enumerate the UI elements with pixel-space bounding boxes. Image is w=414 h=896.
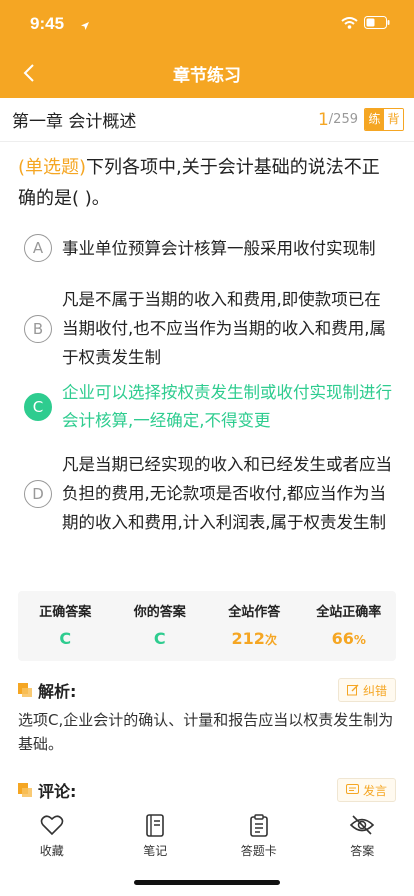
stat-value: C [153,629,166,648]
option-d[interactable]: D 凡是当期已经实现的收入和已经发生或者应当负担的费用,无论款项是否收付,都应当… [24,450,396,537]
post-comment-button[interactable]: 发言 [336,778,396,802]
rate-unit: % [353,633,366,647]
option-b[interactable]: B 凡是不属于当期的收入和费用,即使款项已在当期收付,也不应当作为当期的收入和费… [24,285,396,372]
report-error-button[interactable]: 纠错 [337,678,396,702]
question-counter: 1 /259 练 背 [318,108,404,131]
answer-stats: 正确答案 C 你的答案 C 全站作答 212次 全站正确率 66% [18,591,396,661]
wifi-icon [341,14,358,33]
stat-site-accuracy: 全站正确率 66% [302,591,397,661]
clipboard-icon [249,814,268,837]
tab-answer-card-label: 答题卡 [240,844,277,858]
stat-your-answer: 你的答案 C [113,591,208,661]
status-icons [341,14,390,33]
edit-icon [346,684,359,696]
tab-favorite-label: 收藏 [39,844,64,858]
chapter-bar: 第一章 会计概述 1 /259 练 背 [0,98,414,142]
stat-value: 212次 [207,629,302,648]
home-indicator [134,880,280,885]
status-bar: 9:45 [0,0,414,48]
analysis-text: 选项C,企业会计的确认、计量和报告应当以权责发生制为基础。 [18,711,394,753]
recite-mode-button[interactable]: 背 [384,109,403,130]
option-b-text: 凡是不属于当期的收入和费用,即使款项已在当期收付,也不应当作为当期的收入和费用,… [62,290,386,367]
tab-notes[interactable]: 笔记 [104,808,208,866]
tab-favorite[interactable]: 收藏 [0,808,104,866]
option-c[interactable]: C 企业可以选择按权责发生制或收付实现制进行会计核算,一经确定,不得变更 [24,379,396,435]
stat-label: 正确答案 [39,605,92,620]
option-a[interactable]: A 事业单位预算会计核算一般采用收付实现制 [24,234,396,262]
option-d-text: 凡是当期已经实现的收入和已经发生或者应当负担的费用,无论款项是否收付,都应当作为… [62,455,392,532]
stat-label: 你的答案 [133,605,186,620]
header: 9:45 章节练习 [0,0,414,98]
bottom-tab-bar: 收藏 笔记 答题卡 答案 [0,808,414,866]
attempts-number: 212 [231,629,265,648]
option-a-text: 事业单位预算会计核算一般采用收付实现制 [62,238,376,258]
stat-correct-answer: 正确答案 C [18,591,113,661]
stat-value: 66% [302,629,397,648]
mode-toggle: 练 背 [364,108,404,131]
location-arrow-icon [80,16,90,35]
tab-answer-label: 答案 [350,844,375,858]
comment-icon [345,784,359,794]
battery-icon [364,14,390,33]
notebook-icon [146,814,165,837]
practice-mode-button[interactable]: 练 [365,109,384,130]
option-c-letter: C [24,393,52,421]
comments-header: 评论: 发言 [18,776,396,804]
option-b-letter: B [24,314,52,343]
question-type: (单选题) [18,157,87,178]
comments-title: 评论: [38,782,77,801]
stat-value: C [59,629,72,648]
stat-label: 全站正确率 [316,605,382,620]
question-stem: (单选题)下列各项中,关于会计基础的说法不正确的是( )。 [0,142,414,214]
tab-answer[interactable]: 答案 [311,808,414,866]
chapter-title: 第一章 会计概述 [12,112,137,132]
option-c-text: 企业可以选择按权责发生制或收付实现制进行会计核算,一经确定,不得变更 [62,383,392,430]
option-a-letter: A [24,234,52,262]
option-d-letter: D [24,479,52,508]
stat-site-attempts: 全站作答 212次 [207,591,302,661]
heart-icon [40,815,64,836]
nav-bar: 章节练习 [0,48,414,98]
section-mark-icon [18,783,32,797]
post-comment-label: 发言 [362,783,387,798]
page-title: 章节练习 [173,66,241,86]
analysis-title: 解析: [38,682,77,701]
status-time: 9:45 [30,14,65,33]
rate-number: 66 [331,629,354,648]
tab-notes-label: 笔记 [143,844,168,858]
section-mark-icon [18,683,32,697]
report-error-label: 纠错 [362,683,387,698]
tab-answer-card[interactable]: 答题卡 [207,808,311,866]
attempts-unit: 次 [264,633,277,647]
stat-label: 全站作答 [228,605,281,620]
current-question-number: 1 [317,109,329,130]
total-questions: /259 [328,112,358,127]
eye-hidden-icon [350,815,375,835]
analysis-header: 解析: 纠错 [18,676,396,704]
